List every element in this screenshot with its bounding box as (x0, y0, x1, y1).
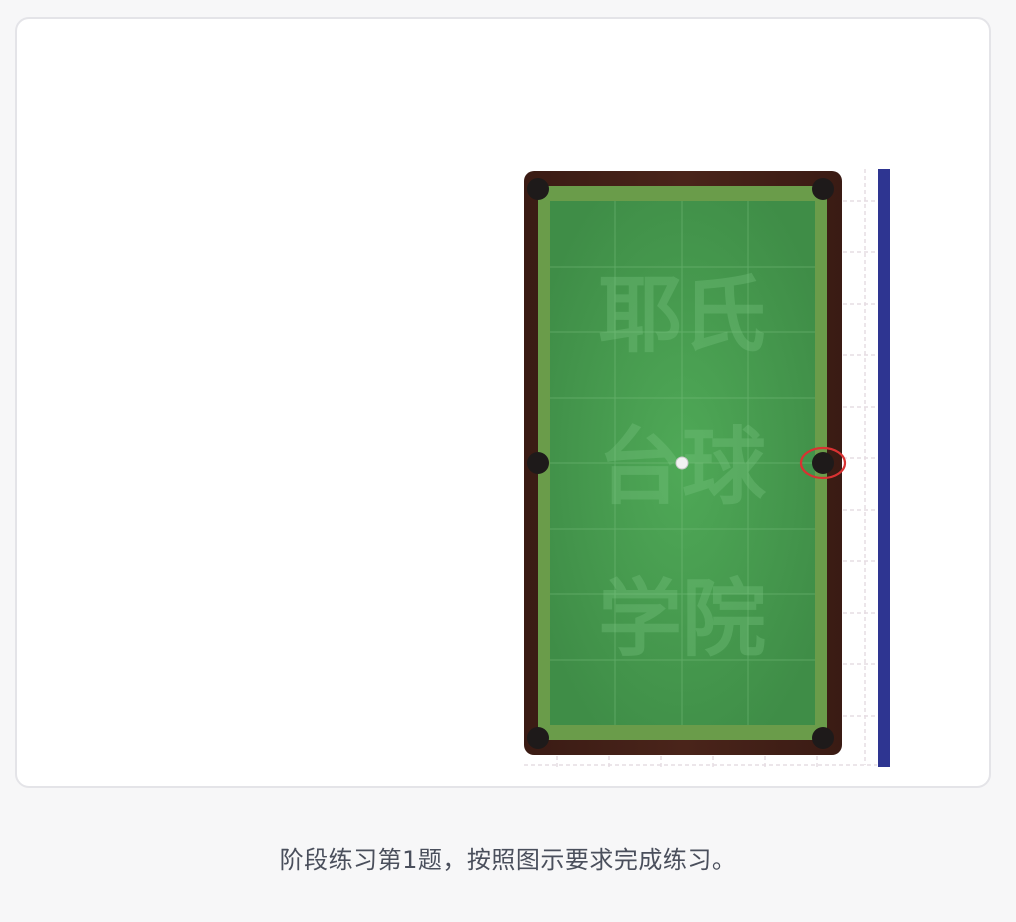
cue-ball[interactable] (675, 456, 689, 470)
pocket-top-left (527, 178, 549, 200)
pocket-bottom-left (527, 727, 549, 749)
watermark-line-1: 耶氏 (598, 266, 766, 364)
exercise-card: 耶氏 台球 学院 (15, 17, 991, 788)
side-bar (878, 169, 890, 767)
exercise-caption: 阶段练习第1题，按照图示要求完成练习。 (279, 846, 737, 874)
watermark-line-3: 学院 (598, 570, 766, 668)
pocket-middle-right (812, 452, 834, 474)
pocket-middle-left (527, 452, 549, 474)
pocket-bottom-right (812, 727, 834, 749)
pocket-top-right (812, 178, 834, 200)
billiard-diagram: 耶氏 台球 学院 (524, 169, 890, 769)
